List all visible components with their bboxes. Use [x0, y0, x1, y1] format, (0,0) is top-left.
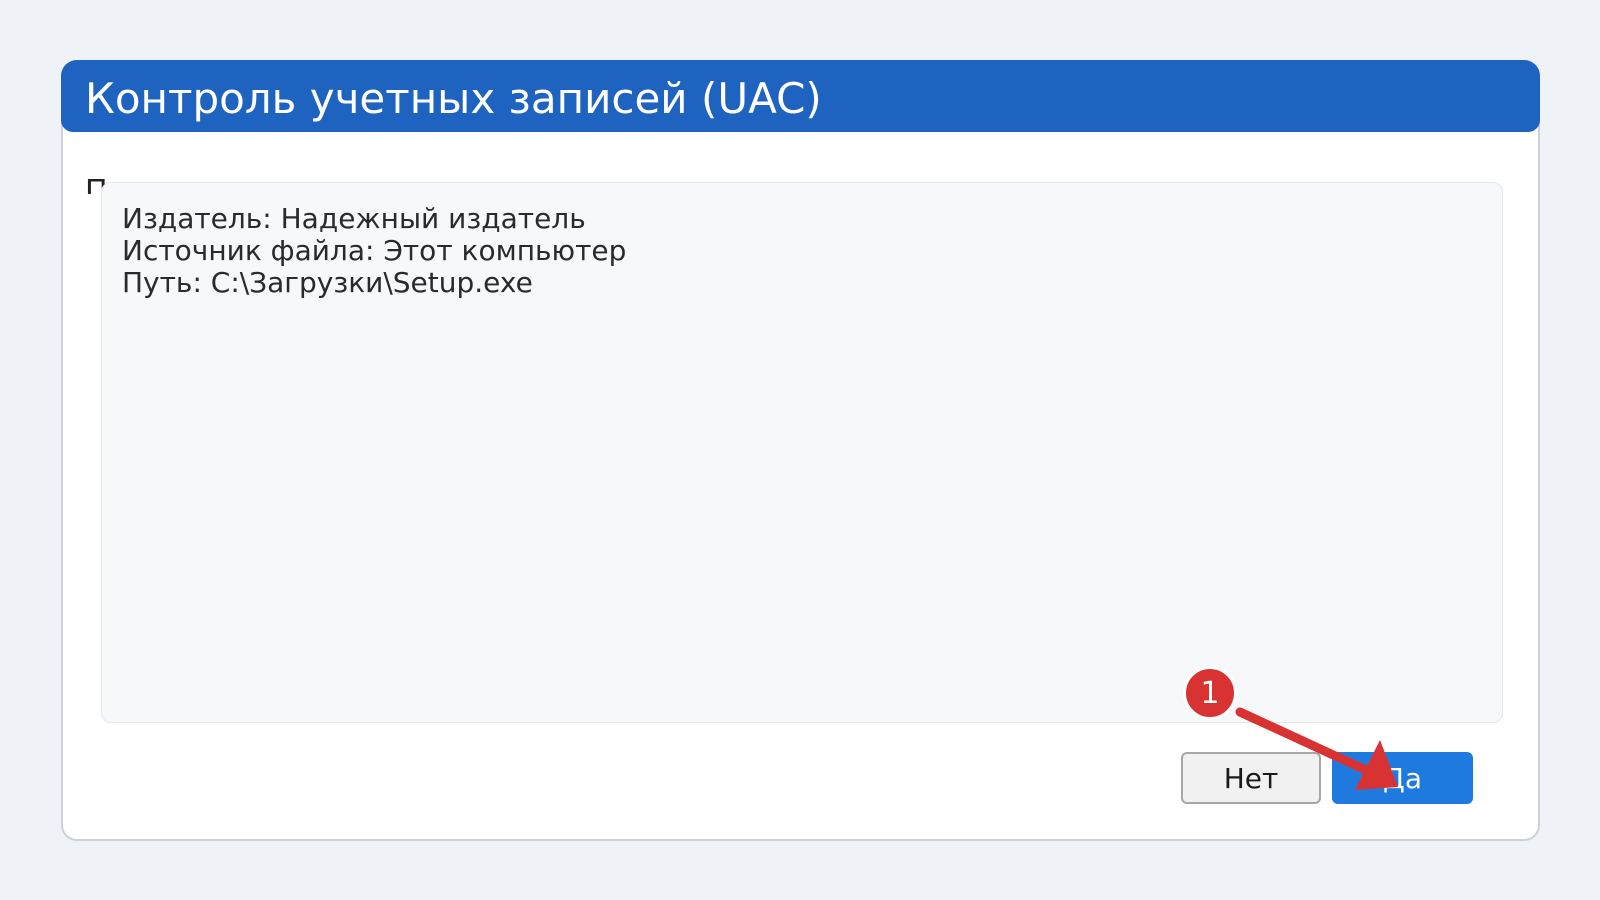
file-source-line: Источник файла: Этот компьютер	[122, 234, 627, 267]
no-button[interactable]: Нет	[1181, 752, 1321, 804]
dialog-title: Контроль учетных записей (UAC)	[85, 74, 822, 123]
uac-dialog: Контроль учетных записей (UAC) П Издател…	[61, 60, 1540, 841]
publisher-line: Издатель: Надежный издатель	[122, 202, 586, 235]
dialog-titlebar: Контроль учетных записей (UAC)	[61, 60, 1540, 132]
yes-button[interactable]: Да	[1332, 752, 1473, 804]
step-badge: 1	[1183, 666, 1237, 720]
details-panel: Издатель: Надежный издатель Источник фай…	[101, 182, 1503, 723]
file-path-line: Путь: C:\Загрузки\Setup.exe	[122, 266, 533, 299]
